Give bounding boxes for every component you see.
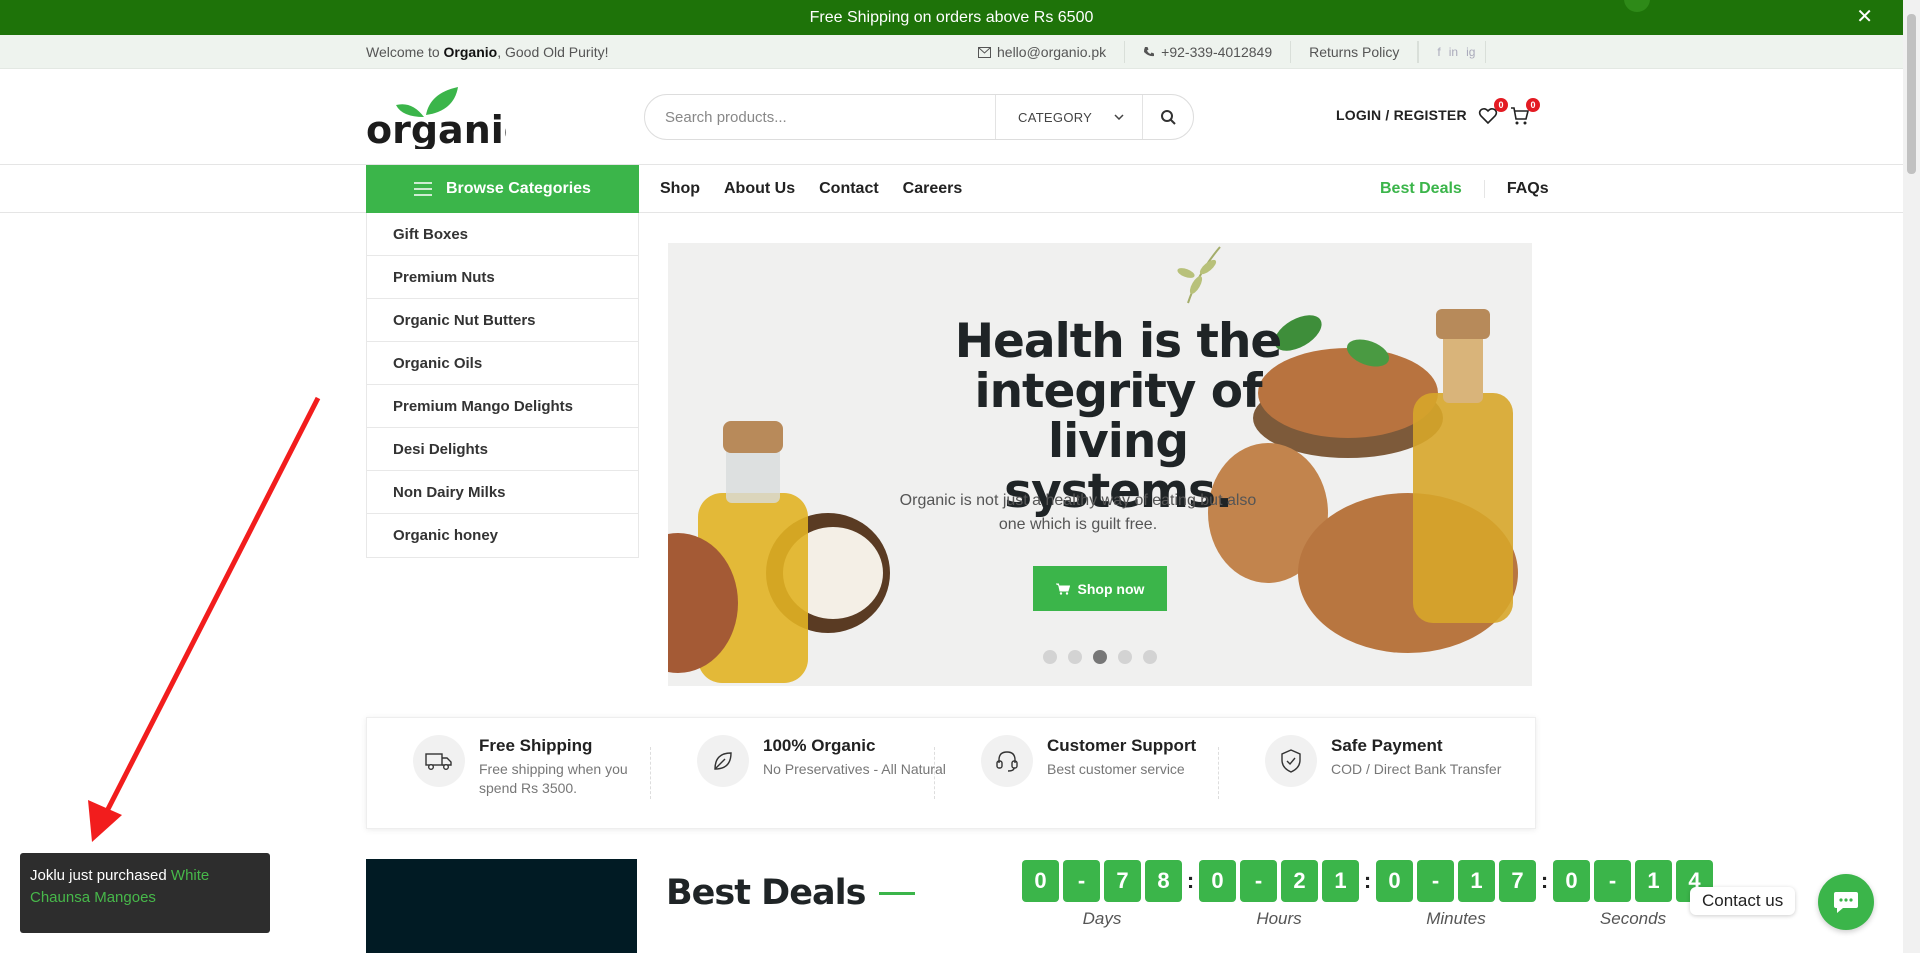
main-navigation: Browse Categories Shop About Us Contact … (0, 165, 1903, 213)
page-scrollbar[interactable] (1903, 0, 1920, 953)
mail-icon (978, 46, 991, 58)
info-bar: Welcome to Organio, Good Old Purity! hel… (0, 35, 1903, 69)
shop-now-button[interactable]: Shop now (1033, 566, 1167, 611)
phone-link[interactable]: +92-339-4012849 (1125, 41, 1292, 63)
feature-title: Safe Payment (1331, 736, 1443, 755)
purchase-notification[interactable]: Joklu just purchased White Chaunsa Mango… (20, 853, 270, 933)
feature-desc: COD / Direct Bank Transfer (1331, 761, 1502, 777)
nav-careers[interactable]: Careers (903, 180, 963, 198)
feature-item: Free Shipping Free shipping when you spe… (367, 735, 651, 799)
cart-button[interactable]: 0 (1510, 98, 1540, 128)
chevron-down-icon (1114, 114, 1124, 120)
nav-shop[interactable]: Shop (660, 180, 700, 198)
countdown-separator: : (1186, 868, 1195, 893)
hero-heading: Health is the integrity of living system… (954, 314, 1283, 519)
hero-subtext: Organic is not just a healthy way of eat… (899, 492, 1257, 533)
nav-about-us[interactable]: About Us (724, 180, 795, 198)
countdown-seconds: 0-14 Seconds (1553, 860, 1713, 929)
promo-banner[interactable] (366, 859, 637, 953)
category-list: Gift Boxes Premium Nuts Organic Nut Butt… (366, 213, 639, 558)
search-bar: Search products... CATEGORY (644, 94, 1194, 140)
category-item[interactable]: Desi Delights (367, 428, 638, 471)
feature-desc: No Preservatives - All Natural (763, 761, 946, 777)
leaf-logo-icon: organio (366, 87, 530, 152)
slider-dot[interactable] (1143, 650, 1157, 664)
countdown-hours: 0-21 Hours (1199, 860, 1359, 929)
nav-contact[interactable]: Contact (819, 180, 879, 198)
nav-best-deals[interactable]: Best Deals (1380, 180, 1485, 198)
chat-bubble-icon (1834, 892, 1858, 913)
wishlist-button[interactable]: 0 (1478, 98, 1508, 128)
category-item[interactable]: Organic Nut Butters (367, 299, 638, 342)
brand-name: Organio (443, 44, 498, 60)
category-item[interactable]: Premium Nuts (367, 256, 638, 299)
cart-icon (1055, 583, 1070, 595)
phone-icon (1144, 47, 1155, 57)
deal-countdown: 0-78 Days : 0-21 Hours : 0-17 Minutes : … (1022, 860, 1713, 929)
site-header: organio Search products... CATEGORY LOGI… (0, 69, 1903, 165)
email-link[interactable]: hello@organio.pk (960, 41, 1126, 63)
slider-dot[interactable] (1068, 650, 1082, 664)
slider-dot[interactable] (1118, 650, 1132, 664)
welcome-text: Welcome to Organio, Good Old Purity! (366, 44, 609, 60)
category-item[interactable]: Organic Oils (367, 342, 638, 385)
truck-icon (413, 735, 465, 787)
category-select[interactable]: CATEGORY (995, 95, 1143, 139)
search-input[interactable]: Search products... (645, 109, 995, 126)
contact-us-label[interactable]: Contact us (1690, 887, 1796, 915)
linkedin-icon[interactable]: in (1449, 45, 1458, 59)
announcement-bar: Free Shipping on orders above Rs 6500 ✕ (0, 0, 1903, 35)
hamburger-icon (414, 182, 432, 196)
category-item[interactable]: Premium Mango Delights (367, 385, 638, 428)
login-register-link[interactable]: LOGIN / REGISTER (1336, 107, 1467, 123)
browse-categories-button[interactable]: Browse Categories (366, 165, 639, 213)
feature-desc: Best customer service (1047, 761, 1185, 777)
svg-text:organio: organio (366, 108, 506, 149)
social-links: f in ig (1418, 41, 1487, 63)
scrollbar-thumb[interactable] (1907, 14, 1916, 174)
category-item[interactable]: Gift Boxes (367, 213, 638, 256)
search-button[interactable] (1143, 109, 1193, 125)
close-icon[interactable]: ✕ (1856, 7, 1873, 27)
feature-title: 100% Organic (763, 736, 876, 755)
category-item[interactable]: Non Dairy Milks (367, 471, 638, 514)
site-logo[interactable]: organio (366, 83, 530, 152)
hero-slider: Health is the integrity of living system… (668, 243, 1532, 686)
slider-dot-active[interactable] (1093, 650, 1107, 664)
feature-item: 100% Organic No Preservatives - All Natu… (651, 735, 946, 799)
feature-desc: Free shipping when you spend Rs 3500. (479, 761, 628, 796)
shield-icon (1265, 735, 1317, 787)
countdown-minutes: 0-17 Minutes (1376, 860, 1536, 929)
nav-faqs[interactable]: FAQs (1485, 180, 1549, 198)
returns-policy-link[interactable]: Returns Policy (1291, 41, 1419, 63)
slider-dots (1043, 650, 1157, 664)
instagram-icon[interactable]: ig (1466, 45, 1475, 59)
feature-title: Customer Support (1047, 736, 1197, 755)
chat-button[interactable] (1818, 874, 1874, 930)
search-icon (1160, 109, 1176, 125)
heading-underline (879, 891, 916, 895)
facebook-icon[interactable]: f (1437, 45, 1440, 59)
countdown-days: 0-78 Days (1022, 860, 1182, 929)
best-deals-heading: Best Deals (666, 873, 916, 913)
feature-title: Free Shipping (479, 736, 593, 755)
announcement-text: Free Shipping on orders above Rs 6500 (809, 8, 1094, 26)
cart-count-badge: 0 (1526, 98, 1540, 112)
features-strip: Free Shipping Free shipping when you spe… (366, 717, 1536, 829)
headset-icon (981, 735, 1033, 787)
countdown-separator: : (1363, 868, 1372, 893)
slider-dot[interactable] (1043, 650, 1057, 664)
category-item[interactable]: Organic honey (367, 514, 638, 557)
countdown-separator: : (1540, 868, 1549, 893)
leaf-icon (697, 735, 749, 787)
feature-item: Customer Support Best customer service (935, 735, 1219, 799)
feature-item: Safe Payment COD / Direct Bank Transfer (1219, 735, 1503, 799)
decorative-dot (1624, 0, 1650, 12)
wishlist-count-badge: 0 (1494, 98, 1508, 112)
